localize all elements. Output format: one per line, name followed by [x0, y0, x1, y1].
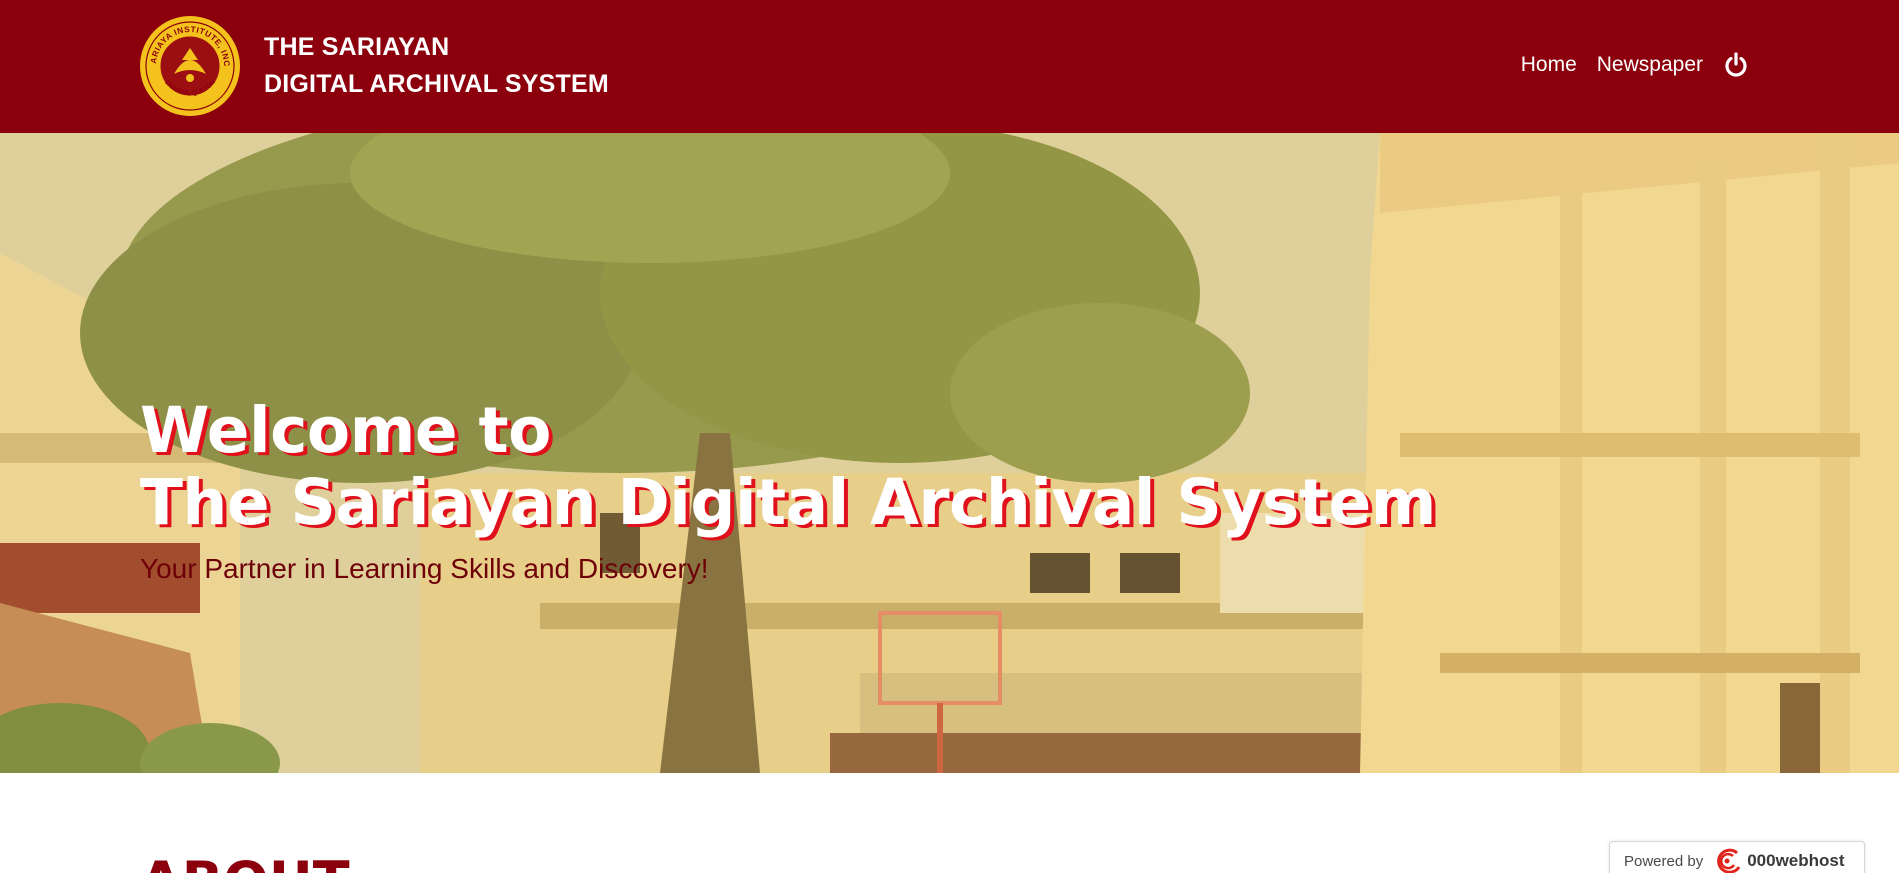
school-seal-icon: SARIAYA INSTITUTE, INC. SARIAYA, QUEZON	[140, 16, 240, 116]
about-heading: ABOUT	[140, 852, 350, 873]
powered-by-brand: 000webhost	[1747, 851, 1845, 870]
brand-home-link[interactable]: SARIAYA INSTITUTE, INC. SARIAYA, QUEZON …	[140, 16, 609, 116]
brand-title-line2: DIGITAL ARCHIVAL SYSTEM	[264, 70, 609, 98]
nav-home-link[interactable]: Home	[1521, 48, 1577, 82]
site-header: SARIAYA INSTITUTE, INC. SARIAYA, QUEZON …	[0, 0, 1899, 133]
brand-title-line1: THE SARIAYAN	[264, 33, 450, 61]
hero-title: Welcome to The Sariayan Digital Archival…	[140, 395, 1436, 539]
hero-subtitle: Your Partner in Learning Skills and Disc…	[140, 553, 709, 584]
hero-title-line1: Welcome to	[140, 394, 551, 467]
nav-newspaper-link[interactable]: Newspaper	[1597, 48, 1703, 82]
brand-title: THE SARIAYAN DIGITAL ARCHIVAL SYSTEM	[264, 29, 609, 103]
powered-by-label: Powered by	[1624, 852, 1704, 870]
hero-text: Welcome to The Sariayan Digital Archival…	[140, 395, 1436, 587]
powered-by-badge[interactable]: Powered by 000webhost	[1609, 841, 1865, 873]
hero-banner: Welcome to The Sariayan Digital Archival…	[0, 133, 1899, 773]
000webhost-logo-icon	[1713, 847, 1743, 873]
power-icon[interactable]	[1723, 51, 1749, 79]
main-nav: Home Newspaper	[1501, 48, 1749, 82]
hero-title-line2: The Sariayan Digital Archival System	[140, 466, 1436, 539]
